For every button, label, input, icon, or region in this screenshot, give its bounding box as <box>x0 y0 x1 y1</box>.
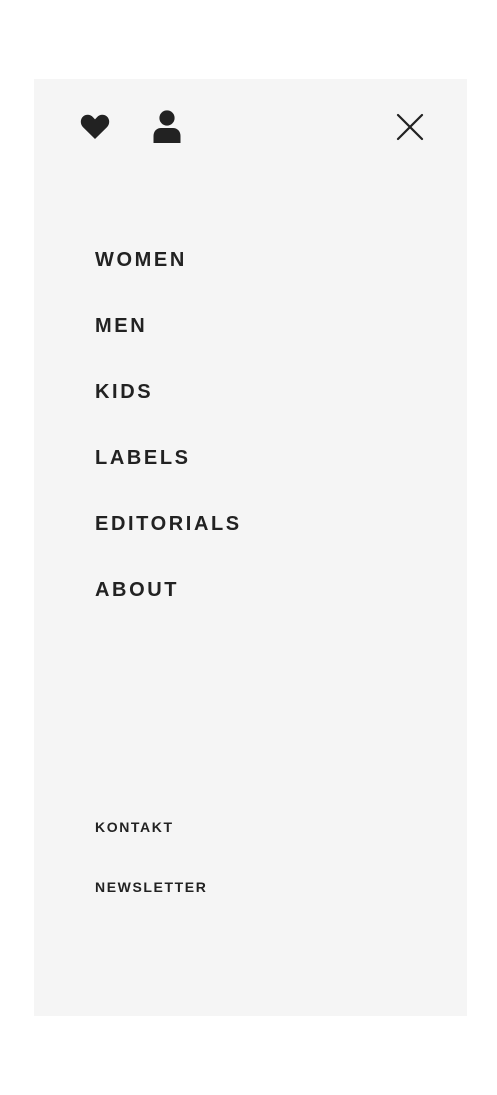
nav-item-kids: KIDS <box>95 377 242 443</box>
wishlist-button[interactable] <box>80 114 110 140</box>
nav-item-women: WOMEN <box>95 245 242 311</box>
footer-link-newsletter[interactable]: NEWSLETTER <box>95 879 207 895</box>
heart-icon <box>80 114 110 139</box>
mobile-menu-panel: WOMEN MEN KIDS LABELS EDITORIALS ABOUT K… <box>34 79 467 1016</box>
nav-item-about: ABOUT <box>95 575 242 641</box>
footer-item-newsletter: NEWSLETTER <box>95 876 207 936</box>
nav-link-labels[interactable]: LABELS <box>95 447 191 469</box>
nav-item-men: MEN <box>95 311 242 377</box>
close-menu-button[interactable] <box>395 112 425 142</box>
nav-link-editorials[interactable]: EDITORIALS <box>95 513 242 535</box>
nav-link-women[interactable]: WOMEN <box>95 249 187 271</box>
nav-item-editorials: EDITORIALS <box>95 509 242 575</box>
nav-item-labels: LABELS <box>95 443 242 509</box>
account-button[interactable] <box>152 110 182 143</box>
nav-link-men[interactable]: MEN <box>95 315 147 337</box>
footer-link-kontakt[interactable]: KONTAKT <box>95 819 174 835</box>
footer-navigation: KONTAKT NEWSLETTER <box>95 816 207 936</box>
nav-link-about[interactable]: ABOUT <box>95 579 179 601</box>
nav-link-kids[interactable]: KIDS <box>95 381 153 403</box>
close-icon <box>396 113 424 141</box>
main-navigation: WOMEN MEN KIDS LABELS EDITORIALS ABOUT <box>95 245 242 641</box>
footer-item-kontakt: KONTAKT <box>95 816 207 876</box>
user-icon <box>153 110 181 143</box>
